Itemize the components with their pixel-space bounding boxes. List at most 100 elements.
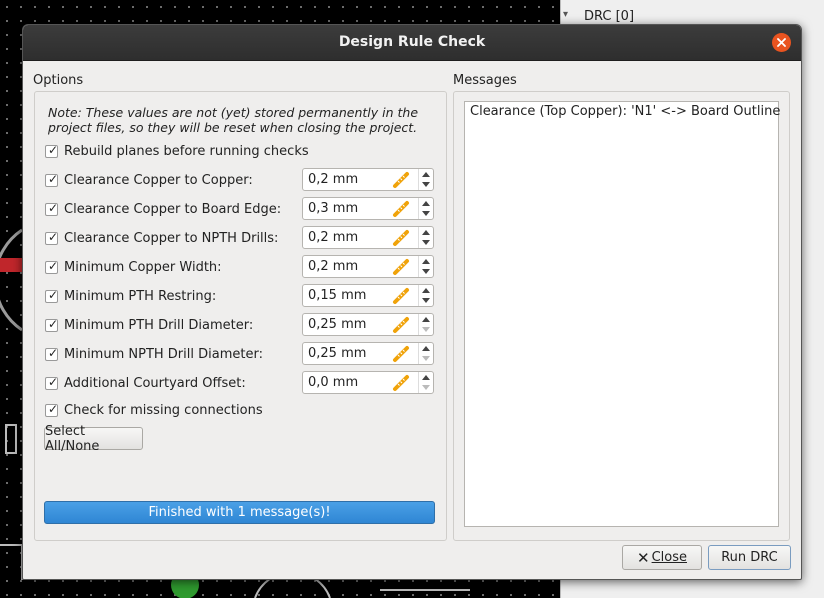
decrement-icon[interactable] [422,327,430,332]
rule-value-spinbox[interactable]: 0,25 mm [302,313,434,336]
collapse-icon[interactable]: ▾ [563,9,568,20]
decrement-icon[interactable] [422,240,430,245]
close-icon: ✕ [637,548,650,567]
checkmark-icon: ✓ [48,316,59,331]
rule-value[interactable]: 0,25 mm [308,346,366,361]
decrement-icon[interactable] [422,356,430,361]
select-all-none-button[interactable]: Select All/None [44,424,143,454]
ruler-icon[interactable] [392,287,410,305]
rule-value[interactable]: 0,2 mm [308,230,358,245]
rule-value-spinbox[interactable]: 0,25 mm [302,342,434,365]
checkmark-icon: ✓ [48,258,59,273]
rule-checkbox[interactable]: ✓ Minimum NPTH Drill Diameter: [45,343,263,365]
checkbox-box[interactable]: ✓ [45,316,59,332]
rule-value-spinbox[interactable]: 0,2 mm [302,168,434,191]
checkmark-icon: ✓ [48,142,59,157]
rule-label: Clearance Copper to Copper: [64,172,253,188]
rule-label: Minimum Copper Width: [64,259,222,275]
drc-dialog: Design Rule Check Options Messages Note:… [22,24,802,580]
rule-checkbox[interactable]: ✓ Additional Courtyard Offset: [45,372,246,394]
options-label: Options [33,73,84,88]
checkbox-box[interactable]: ✓ [45,142,59,158]
spin-arrows [418,314,433,335]
checkbox-box[interactable]: ✓ [45,200,59,216]
increment-icon[interactable] [422,230,430,235]
increment-icon[interactable] [422,375,430,380]
spin-arrows [418,372,433,393]
checkmark-icon: ✓ [48,171,59,186]
rule-checkbox[interactable]: ✓ Minimum Copper Width: [45,256,222,278]
close-icon [777,38,786,47]
spin-arrows [418,256,433,277]
checkbox-box[interactable]: ✓ [45,401,59,417]
close-button[interactable]: ✕ Close [622,545,702,570]
checkmark-icon: ✓ [48,401,59,416]
checkbox-box[interactable]: ✓ [45,288,58,303]
checkmark-icon: ✓ [48,200,59,215]
checkbox-box[interactable]: ✓ [45,346,58,361]
ruler-icon[interactable] [392,345,410,363]
increment-icon[interactable] [422,317,430,322]
increment-icon[interactable] [422,172,430,177]
rule-value[interactable]: 0,15 mm [308,288,366,303]
rebuild-planes-checkbox[interactable]: ✓ Rebuild planes before running checks [45,140,309,162]
close-window-button[interactable] [772,33,791,52]
rule-checkbox[interactable]: ✓ Clearance Copper to Board Edge: [45,198,281,220]
ruler-icon[interactable] [392,171,410,189]
rule-label: Minimum PTH Drill Diameter: [64,317,254,333]
spin-arrows [418,198,433,219]
rule-value[interactable]: 0,25 mm [308,317,366,332]
rule-value[interactable]: 0,3 mm [308,201,358,216]
missing-connections-checkbox[interactable]: ✓ Check for missing connections [45,399,263,421]
dialog-title: Design Rule Check [338,34,486,50]
checkbox-label: Rebuild planes before running checks [64,143,309,159]
checkbox-box[interactable]: ✓ [45,375,58,390]
decrement-icon[interactable] [422,385,430,390]
checkbox-box[interactable]: ✓ [45,171,59,187]
decrement-icon[interactable] [422,182,430,187]
run-drc-button[interactable]: Run DRC [708,545,791,570]
spin-arrows [418,169,433,190]
increment-icon[interactable] [422,346,430,351]
rule-label: Clearance Copper to Board Edge: [64,201,282,217]
rule-checkbox[interactable]: ✓ Minimum PTH Restring: [45,285,216,307]
rule-checkbox[interactable]: ✓ Minimum PTH Drill Diameter: [45,314,253,336]
rule-label: Minimum PTH Restring: [64,288,217,304]
rule-value-spinbox[interactable]: 0,3 mm [302,197,434,220]
checkbox-label: Check for missing connections [64,402,263,418]
progress-bar: Finished with 1 message(s)! [44,501,435,524]
rule-value-spinbox[interactable]: 0,0 mm [302,371,434,394]
spin-arrows [418,343,433,364]
rule-value-spinbox[interactable]: 0,2 mm [302,226,434,249]
rule-label: Clearance Copper to NPTH Drills: [64,230,279,246]
increment-icon[interactable] [422,288,430,293]
spin-arrows [418,285,433,306]
rule-value[interactable]: 0,0 mm [308,375,358,390]
rule-checkbox[interactable]: ✓ Clearance Copper to NPTH Drills: [45,227,278,249]
message-item[interactable]: Clearance (Top Copper): 'N1' <-> Board O… [470,104,780,119]
rule-label: Additional Courtyard Offset: [64,375,246,391]
increment-icon[interactable] [422,259,430,264]
decrement-icon[interactable] [422,269,430,274]
decrement-icon[interactable] [422,298,430,303]
rule-label: Minimum NPTH Drill Diameter: [64,346,263,362]
increment-icon[interactable] [422,201,430,206]
rule-value-spinbox[interactable]: 0,2 mm [302,255,434,278]
messages-label: Messages [453,73,517,88]
rule-value-spinbox[interactable]: 0,15 mm [302,284,434,307]
checkbox-box[interactable]: ✓ [45,230,58,245]
ruler-icon[interactable] [392,316,410,334]
ruler-icon[interactable] [392,374,410,392]
decrement-icon[interactable] [422,211,430,216]
rule-value[interactable]: 0,2 mm [308,172,358,187]
ruler-icon[interactable] [392,200,410,218]
rule-value[interactable]: 0,2 mm [308,259,358,274]
dialog-titlebar[interactable]: Design Rule Check [23,25,801,61]
messages-list[interactable]: Clearance (Top Copper): 'N1' <-> Board O… [464,101,780,527]
rule-checkbox[interactable]: ✓ Clearance Copper to Copper: [45,169,253,191]
checkbox-box[interactable]: ✓ [45,258,59,274]
ruler-icon[interactable] [392,258,410,276]
spin-arrows [418,227,433,248]
panel-title: DRC [0] [584,9,635,24]
ruler-icon[interactable] [392,229,410,247]
